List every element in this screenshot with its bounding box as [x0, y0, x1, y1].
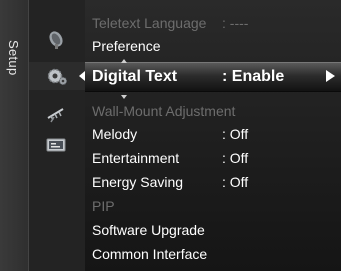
- menu-item-preference[interactable]: Preference: [85, 34, 341, 57]
- setup-tab[interactable]: Setup: [0, 0, 29, 271]
- menu-item-value: : Off: [222, 150, 249, 166]
- menu-item-value: : Off: [222, 174, 249, 190]
- menu-item-label: Software Upgrade: [92, 222, 205, 238]
- menu-item-software-upgrade[interactable]: Software Upgrade: [85, 218, 341, 241]
- input-source-icon[interactable]: [45, 135, 67, 155]
- gear-settings-icon[interactable]: [46, 66, 68, 86]
- menu-item-value: : Enable: [222, 68, 285, 85]
- menu-item-label: Wall-Mount Adjustment: [92, 103, 236, 119]
- satellite-dish-icon[interactable]: [45, 30, 67, 50]
- chevron-right-icon[interactable]: [326, 70, 335, 82]
- menu-item-label: Energy Saving: [92, 174, 184, 190]
- menu-item-wall-mount-adjustment: Wall-Mount Adjustment: [85, 99, 341, 122]
- scroll-down-icon: [121, 95, 127, 99]
- menu-item-melody[interactable]: Melody : Off: [85, 122, 341, 145]
- menu-item-teletext-language: Teletext Language : ----: [85, 11, 341, 34]
- menu-item-label: Entertainment: [92, 150, 180, 166]
- menu-item-label: Common Interface: [92, 246, 208, 262]
- scroll-up-icon: [121, 59, 127, 63]
- menu-item-label: Teletext Language: [92, 15, 207, 31]
- menu-item-label: Digital Text: [92, 68, 178, 85]
- menu-item-entertainment[interactable]: Entertainment : Off: [85, 146, 341, 169]
- category-icon-column: [29, 0, 85, 271]
- menu-item-energy-saving[interactable]: Energy Saving : Off: [85, 170, 341, 193]
- menu-item-label: Melody: [92, 126, 138, 142]
- setup-menu-list: Teletext Language : ---- Preference Digi…: [85, 0, 341, 271]
- antenna-icon[interactable]: [45, 104, 67, 124]
- menu-item-common-interface[interactable]: Common Interface: [85, 242, 341, 265]
- setup-tab-label: Setup: [6, 40, 21, 76]
- menu-item-label: Preference: [92, 38, 161, 54]
- menu-item-digital-text[interactable]: Digital Text : Enable: [85, 62, 341, 92]
- menu-item-value: : ----: [222, 15, 249, 31]
- menu-item-pip: PIP: [85, 194, 341, 217]
- tv-menu-screen: Setup Teletext Language: ---- Preferenc…: [0, 0, 341, 271]
- menu-item-label: PIP: [92, 198, 115, 214]
- menu-item-value: : Off: [222, 126, 249, 142]
